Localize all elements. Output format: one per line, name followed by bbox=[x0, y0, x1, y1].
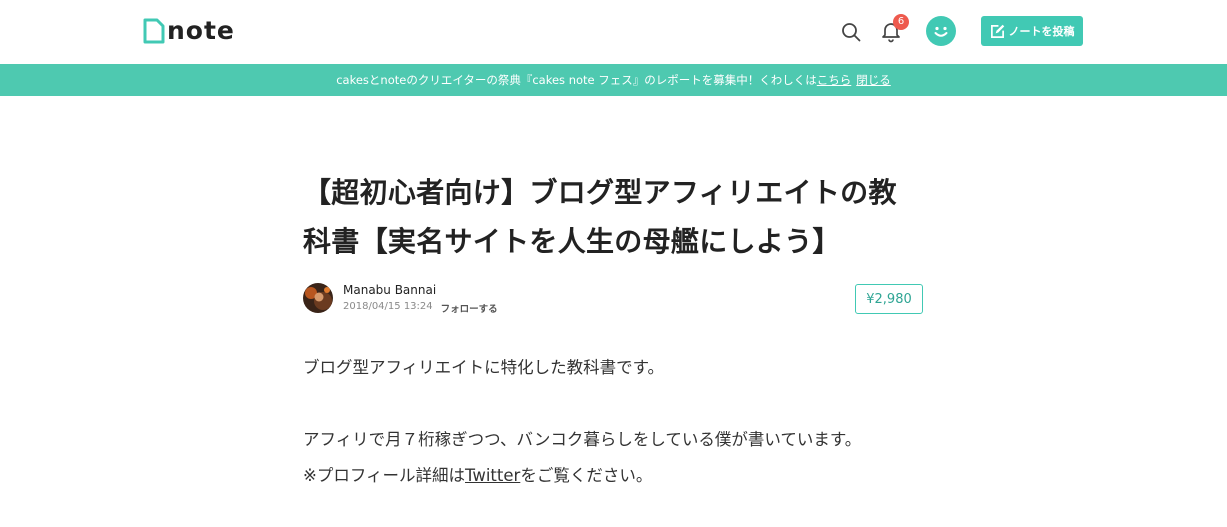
twitter-link[interactable]: Twitter bbox=[465, 466, 520, 485]
banner-details-link[interactable]: こちら bbox=[817, 72, 852, 88]
banner-text: cakesとnoteのクリエイターの祭典『cakes note フェス』のレポー… bbox=[336, 73, 817, 87]
post-note-button[interactable]: ノートを投稿 bbox=[981, 16, 1083, 46]
note-logo[interactable]: note bbox=[143, 18, 235, 44]
note-logo-icon bbox=[143, 18, 165, 44]
edit-icon bbox=[990, 24, 1004, 38]
smiley-icon bbox=[934, 26, 948, 37]
user-avatar-button[interactable] bbox=[926, 16, 956, 46]
follow-button[interactable]: フォローする bbox=[441, 301, 498, 315]
author-photo bbox=[303, 283, 333, 313]
post-button-label: ノートを投稿 bbox=[1008, 25, 1075, 38]
profile-suffix: をご覧ください。 bbox=[520, 466, 653, 485]
author-avatar[interactable] bbox=[303, 283, 333, 313]
article-title: 【超初心者向け】ブログ型アフィリエイトの教科書【実名サイトを人生の母艦にしよう】 bbox=[303, 176, 897, 258]
paragraph-profile: ※プロフィール詳細はTwitterをご覧ください。 bbox=[303, 464, 923, 488]
profile-prefix: ※プロフィール詳細は bbox=[303, 466, 465, 485]
author-name[interactable]: Manabu Bannai bbox=[343, 283, 436, 297]
banner-close-link[interactable]: 閉じる bbox=[856, 72, 891, 88]
paragraph-intro: ブログ型アフィリエイトに特化した教科書です。 bbox=[303, 358, 665, 377]
notification-badge: 6 bbox=[893, 14, 909, 30]
price-button[interactable]: ¥2,980 bbox=[855, 284, 923, 314]
author-meta: 2018/04/15 13:24 フォローする bbox=[343, 301, 498, 315]
logo-text: note bbox=[167, 16, 235, 45]
announcement-banner: cakesとnoteのクリエイターの祭典『cakes note フェス』のレポー… bbox=[0, 64, 1227, 96]
site-header: note 6 ノートを投稿 bbox=[0, 0, 1227, 64]
publish-date: 2018/04/15 13:24 bbox=[343, 301, 433, 312]
paragraph-author: アフィリで月７桁稼ぎつつ、バンコク暮らしをしている僕が書いています。 bbox=[303, 430, 862, 449]
search-icon[interactable] bbox=[840, 21, 862, 43]
